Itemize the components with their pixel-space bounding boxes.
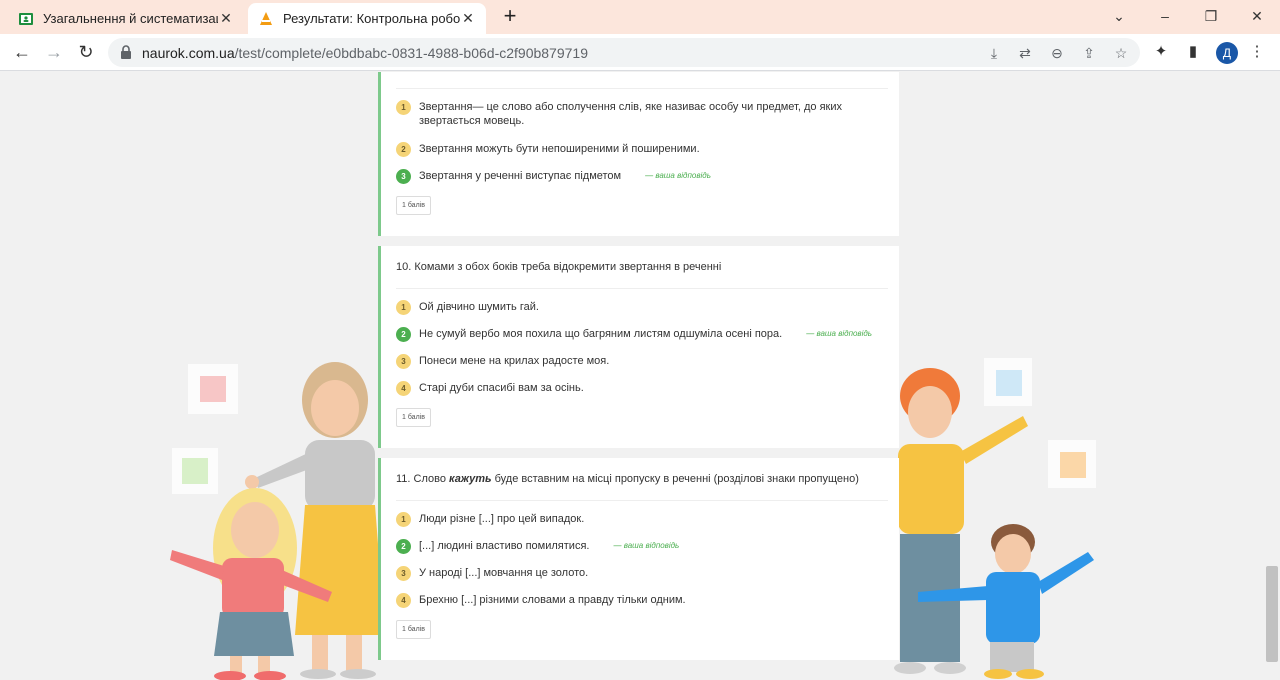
- option-number-badge: 1: [396, 512, 411, 527]
- url-host: naurok.com.ua: [142, 45, 235, 61]
- tab-title: Результати: Контрольна робота: [283, 11, 460, 26]
- tab-strip: Узагальнення й систематизація ✕ Результа…: [0, 0, 1280, 34]
- tab-generalization[interactable]: Узагальнення й систематизація ✕: [8, 3, 244, 34]
- translate-icon[interactable]: ⇄: [1015, 43, 1035, 63]
- option-number-badge: 3: [396, 354, 411, 369]
- question-card-9: 1 Звертання— це слово або сполучення слі…: [378, 72, 899, 236]
- answer-text: Не сумуй вербо моя похила що багряним ли…: [419, 328, 783, 340]
- answer-text: Ой дівчино шумить гай.: [419, 301, 539, 313]
- minimize-icon[interactable]: –: [1142, 4, 1188, 28]
- answer-option: 3 У народі [...] мовчання це золото.: [396, 566, 588, 581]
- answer-text: Понеси мене на крилах радосте моя.: [419, 355, 610, 367]
- tab-results[interactable]: Результати: Контрольна робота ✕: [248, 3, 486, 34]
- lock-icon: [121, 45, 131, 59]
- separator: [396, 88, 888, 89]
- your-answer-label: — ваша відповідь: [645, 171, 711, 180]
- close-tab-icon[interactable]: ✕: [460, 10, 476, 27]
- classroom-icon: [19, 12, 33, 25]
- answer-text: Брехню [...] різними словами а правду ті…: [419, 594, 686, 606]
- url-path: /test/complete/e0bdbabc-0831-4988-b06d-c…: [234, 45, 588, 61]
- answer-text: Старі дуби спасибі вам за осінь.: [419, 382, 584, 394]
- option-number-badge: 3: [396, 169, 411, 184]
- answer-text: Звертання у реченні виступає підметом: [419, 170, 622, 182]
- option-number-badge: 4: [396, 381, 411, 396]
- answer-text: Люди різне [...] про цей випадок.: [419, 513, 585, 525]
- separator: [396, 500, 888, 501]
- your-answer-label: — ваша відповідь: [613, 541, 680, 550]
- answer-option: 4 Старі дуби спасибі вам за осінь.: [396, 381, 584, 396]
- answer-text: У народі [...] мовчання це золото.: [419, 567, 589, 579]
- address-bar[interactable]: naurok.com.ua/test/complete/e0bdbabc-083…: [108, 38, 1140, 67]
- answer-option: 1 Звертання— це слово або сполучення слі…: [396, 100, 866, 128]
- option-number-badge: 1: [396, 300, 411, 315]
- new-tab-icon[interactable]: +: [498, 5, 522, 29]
- menu-icon[interactable]: ⋮: [1246, 41, 1268, 63]
- question-card-10: 10. Комами з обох боків треба відокремит…: [378, 246, 899, 448]
- restore-icon[interactable]: ❐: [1188, 4, 1234, 28]
- scrollbar-thumb[interactable]: [1266, 566, 1278, 662]
- answer-text: Звертання— це слово або сполучення слів,…: [419, 101, 842, 127]
- side-panel-icon[interactable]: ▮: [1182, 41, 1204, 63]
- tab-title: Узагальнення й систематизація: [43, 11, 218, 26]
- question-title-prefix: 11. Слово: [396, 473, 450, 485]
- question-title: 11. Слово кажуть буде вставним на місці …: [396, 473, 859, 485]
- option-number-badge: 3: [396, 566, 411, 581]
- bookmark-star-icon[interactable]: ☆: [1111, 43, 1131, 63]
- naurok-icon: [260, 11, 272, 25]
- answer-option: 2 Звертання можуть бути непоширеними й п…: [396, 142, 700, 157]
- answer-option: 3 Понеси мене на крилах радосте моя.: [396, 354, 609, 369]
- your-answer-label: — ваша відповідь: [806, 329, 873, 338]
- url-text: naurok.com.ua/test/complete/e0bdbabc-083…: [142, 45, 588, 61]
- points-badge: 1 балів: [396, 408, 431, 427]
- zoom-icon[interactable]: ⊖: [1047, 43, 1067, 63]
- points-badge: 1 балів: [396, 196, 431, 215]
- question-title-keyword: кажуть: [449, 473, 492, 485]
- question-title-suffix: буде вставним на місці пропуску в реченн…: [491, 473, 859, 485]
- points-badge: 1 балів: [396, 620, 431, 639]
- teacher-and-girl-illustration: [170, 362, 385, 680]
- browser-toolbar: ← → ↻ naurok.com.ua/test/complete/e0bdba…: [0, 34, 1280, 71]
- extensions-icon[interactable]: ✦: [1150, 41, 1172, 63]
- separator: [396, 288, 888, 289]
- answer-option-selected: 2 [...] людині властиво помилятися. — ва…: [396, 539, 679, 554]
- forward-icon[interactable]: →: [42, 40, 66, 64]
- answer-option: 1 Люди різне [...] про цей випадок.: [396, 512, 584, 527]
- answer-text: Звертання можуть бути непоширеними й пош…: [419, 143, 700, 155]
- answer-option: 4 Брехню [...] різними словами а правду …: [396, 593, 686, 608]
- answer-option: 1 Ой дівчино шумить гай.: [396, 300, 539, 315]
- close-window-icon[interactable]: ✕: [1234, 4, 1280, 28]
- question-title: 10. Комами з обох боків треба відокремит…: [396, 261, 722, 273]
- share-icon[interactable]: ⇪: [1079, 43, 1099, 63]
- install-app-icon[interactable]: ⤓: [984, 43, 1004, 63]
- option-number-badge: 2: [396, 327, 411, 342]
- reload-icon[interactable]: ↻: [74, 40, 98, 64]
- back-icon[interactable]: ←: [10, 40, 34, 64]
- close-tab-icon[interactable]: ✕: [218, 10, 234, 27]
- option-number-badge: 1: [396, 100, 411, 115]
- results-page: 1 Звертання— це слово або сполучення слі…: [0, 72, 1280, 680]
- answer-option-selected: 2 Не сумуй вербо моя похила що багряним …: [396, 327, 872, 342]
- profile-avatar[interactable]: Д: [1216, 42, 1238, 64]
- answer-option-selected: 3 Звертання у реченні виступає підметом …: [396, 169, 711, 184]
- tab-search-icon[interactable]: ⌄: [1096, 4, 1142, 28]
- option-number-badge: 2: [396, 539, 411, 554]
- option-number-badge: 4: [396, 593, 411, 608]
- question-card-11: 11. Слово кажуть буде вставним на місці …: [378, 458, 899, 660]
- option-number-badge: 2: [396, 142, 411, 157]
- answer-text: [...] людині властиво помилятися.: [419, 540, 590, 552]
